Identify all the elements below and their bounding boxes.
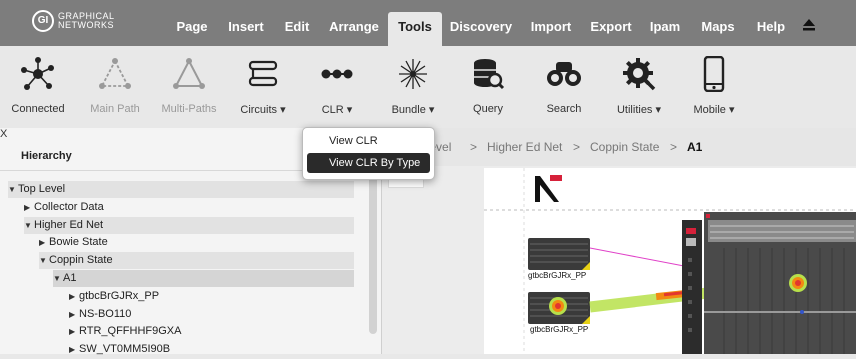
multi-paths-icon bbox=[173, 58, 205, 89]
main-path-label: Main Path bbox=[90, 103, 140, 115]
collapsed-arrow-icon: ▶ bbox=[39, 238, 46, 247]
top-menu-bar: GI GRAPHICAL NETWORKS Page Insert Edit A… bbox=[0, 0, 856, 46]
hierarchy-title: Hierarchy bbox=[21, 150, 72, 162]
menu-import[interactable]: Import bbox=[526, 0, 576, 46]
tree-item-sw-vt0mm5i90b[interactable]: ▶ SW_VT0MM5I90B bbox=[69, 341, 354, 358]
collapsed-arrow-icon: ▶ bbox=[69, 345, 76, 354]
breadcrumb-separator: > bbox=[470, 140, 478, 154]
tree-item-a1[interactable]: ▼ A1 bbox=[53, 270, 354, 287]
tree-item-coppin-state[interactable]: ▼ Coppin State bbox=[39, 252, 354, 269]
multi-paths-button[interactable]: Multi-Paths bbox=[158, 46, 220, 128]
circuits-label: Circuits ▾ bbox=[240, 104, 286, 116]
search-button[interactable]: Search bbox=[534, 46, 594, 128]
connected-button[interactable]: Connected bbox=[8, 46, 68, 128]
expanded-arrow-icon: ▼ bbox=[24, 221, 32, 230]
circuits-button[interactable]: Circuits ▾ bbox=[232, 46, 294, 128]
tree-item-bowie-state[interactable]: ▶ Bowie State bbox=[39, 234, 354, 251]
tree-item-rtr-qffhhf9gxa[interactable]: ▶ RTR_QFFHHF9GXA bbox=[69, 323, 354, 340]
breadcrumb-higher-ed-net[interactable]: Higher Ed Net bbox=[487, 128, 562, 166]
tree-item-higher-ed-net[interactable]: ▼ Higher Ed Net bbox=[24, 217, 354, 234]
network-link[interactable] bbox=[589, 247, 685, 267]
search-label: Search bbox=[546, 103, 582, 115]
clr-icon bbox=[321, 69, 353, 79]
diagram-panel: Top Level > Higher Ed Net > Coppin State… bbox=[382, 128, 856, 354]
logo-mark: GI bbox=[32, 10, 54, 32]
collapsed-arrow-icon: ▶ bbox=[69, 292, 76, 301]
menu-insert[interactable]: Insert bbox=[222, 0, 270, 46]
breadcrumb: Top Level > Higher Ed Net > Coppin State… bbox=[382, 128, 856, 166]
clr-button[interactable]: CLR ▾ bbox=[306, 46, 368, 128]
circuits-icon bbox=[248, 60, 278, 87]
main-path-icon bbox=[99, 58, 131, 89]
gear-wrench-icon bbox=[623, 58, 656, 91]
collapsed-arrow-icon: ▶ bbox=[24, 203, 31, 212]
bundle-label: Bundle ▾ bbox=[391, 104, 435, 116]
database-search-icon bbox=[474, 59, 505, 90]
clr-label: CLR ▾ bbox=[321, 104, 353, 116]
breadcrumb-coppin-state[interactable]: Coppin State bbox=[590, 128, 659, 166]
breadcrumb-a1: A1 bbox=[687, 140, 703, 154]
utilities-button[interactable]: Utilities ▾ bbox=[608, 46, 670, 128]
mobile-button[interactable]: Mobile ▾ bbox=[684, 46, 744, 128]
network-diagram-canvas[interactable]: gtbcBrGJRx_PP gtbcBrGJRx_PP bbox=[484, 168, 856, 354]
menu-tools[interactable]: Tools bbox=[388, 12, 442, 46]
device-node[interactable] bbox=[528, 238, 590, 270]
bundle-button[interactable]: Bundle ▾ bbox=[382, 46, 444, 128]
device-node[interactable] bbox=[528, 292, 590, 324]
tree-item-top-level[interactable]: ▼ Top Level bbox=[8, 181, 354, 198]
connected-label: Connected bbox=[11, 103, 65, 115]
hierarchy-scrollbar[interactable] bbox=[369, 174, 377, 334]
menu-arrange[interactable]: Arrange bbox=[324, 0, 384, 46]
view-clr-by-type-menu-item[interactable]: View CLR By Type bbox=[307, 153, 430, 173]
mobile-phone-icon bbox=[703, 56, 725, 92]
multi-paths-label: Multi-Paths bbox=[161, 103, 217, 115]
binoculars-icon bbox=[547, 62, 581, 86]
logo-line-2: NETWORKS bbox=[58, 20, 115, 30]
bundle-icon bbox=[399, 59, 427, 89]
clr-dropdown-menu: View CLR View CLR By Type bbox=[302, 127, 435, 180]
tools-toolbar: Connected Main Path Multi-Paths Circuits… bbox=[0, 46, 856, 129]
device-label: gtbcBrGJRx_PP bbox=[528, 271, 587, 280]
logo-text: GRAPHICAL NETWORKS bbox=[58, 12, 115, 30]
site-logo-icon bbox=[535, 175, 562, 202]
utilities-label: Utilities ▾ bbox=[616, 104, 662, 116]
menu-maps[interactable]: Maps bbox=[698, 0, 738, 46]
menu-ipam[interactable]: Ipam bbox=[646, 0, 684, 46]
mobile-label: Mobile ▾ bbox=[693, 104, 735, 116]
rack-strip[interactable] bbox=[682, 220, 702, 354]
menu-export[interactable]: Export bbox=[586, 0, 636, 46]
eject-icon[interactable] bbox=[802, 18, 816, 32]
menu-discovery[interactable]: Discovery bbox=[446, 0, 516, 46]
expanded-arrow-icon: ▼ bbox=[8, 185, 16, 194]
device-label: gtbcBrGJRx_PP bbox=[530, 325, 589, 334]
connected-icon bbox=[21, 57, 54, 90]
collapsed-arrow-icon: ▶ bbox=[69, 310, 76, 319]
menu-help[interactable]: Help bbox=[752, 0, 790, 46]
menu-page[interactable]: Page bbox=[170, 0, 214, 46]
tree-item-collector-data[interactable]: ▶ Collector Data bbox=[24, 199, 354, 216]
view-clr-menu-item[interactable]: View CLR bbox=[307, 131, 430, 151]
query-label: Query bbox=[473, 103, 503, 115]
breadcrumb-separator: > bbox=[670, 140, 678, 154]
graphical-networks-logo[interactable]: GI GRAPHICAL NETWORKS bbox=[32, 10, 126, 36]
expanded-arrow-icon: ▼ bbox=[53, 274, 61, 283]
close-panel-button[interactable]: X bbox=[0, 128, 7, 140]
menu-edit[interactable]: Edit bbox=[278, 0, 316, 46]
chassis-node[interactable] bbox=[704, 212, 856, 354]
breadcrumb-separator: > bbox=[573, 140, 581, 154]
tree-item-ns-bo110[interactable]: ▶ NS-BO110 bbox=[69, 306, 354, 323]
tree-item-gtbcbrgjrx-pp[interactable]: ▶ gtbcBrGJRx_PP bbox=[69, 288, 354, 305]
main-path-button[interactable]: Main Path bbox=[84, 46, 146, 128]
collapsed-arrow-icon: ▶ bbox=[69, 327, 76, 336]
query-button[interactable]: Query bbox=[458, 46, 518, 128]
canvas-gutter bbox=[382, 168, 484, 354]
expanded-arrow-icon: ▼ bbox=[39, 256, 47, 265]
